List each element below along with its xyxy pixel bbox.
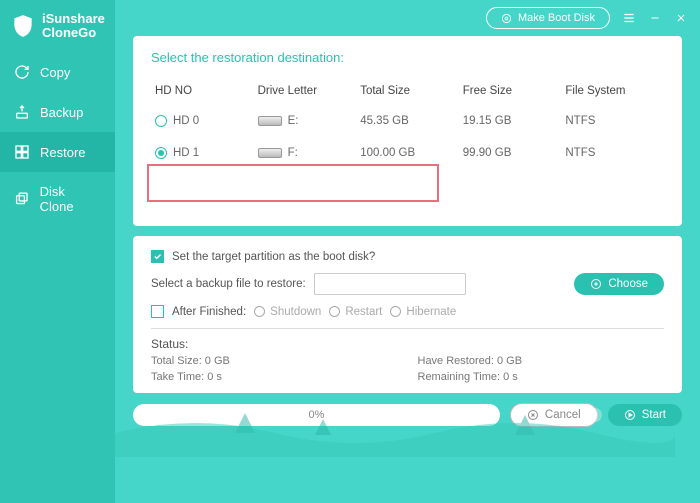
nav-disk-clone[interactable]: Disk Clone <box>0 172 115 226</box>
make-boot-disk-button[interactable]: Make Boot Disk <box>486 7 610 29</box>
boot-label: Make Boot Disk <box>518 12 595 24</box>
col-drive: Drive Letter <box>254 77 357 105</box>
cancel-button[interactable]: Cancel <box>510 403 598 427</box>
bottom-bar: 0% Cancel Start <box>133 403 682 427</box>
menu-button[interactable] <box>622 11 636 25</box>
minimize-button[interactable] <box>648 11 662 25</box>
shield-icon <box>10 13 36 39</box>
destination-table: HD NO Drive Letter Total Size Free Size … <box>151 77 664 169</box>
status-label: Status: <box>151 337 664 351</box>
close-button[interactable] <box>674 11 688 25</box>
status-remain: Remaining Time: 0 s <box>418 371 665 383</box>
col-total: Total Size <box>356 77 459 105</box>
table-row[interactable]: HD 0 E: 45.35 GB 19.15 GB NTFS <box>151 105 664 137</box>
radio-hd0[interactable] <box>155 115 167 127</box>
after-checkbox[interactable] <box>151 305 164 318</box>
options-panel: Set the target partition as the boot dis… <box>133 236 682 393</box>
sidebar: iSunshare CloneGo Copy Backup Restore Di… <box>0 0 115 503</box>
nav-restore[interactable]: Restore <box>0 132 115 172</box>
menu-icon <box>622 11 636 25</box>
destination-panel: Select the restoration destination: HD N… <box>133 36 682 226</box>
minimize-icon <box>649 12 661 24</box>
radio-hd1[interactable] <box>155 147 167 159</box>
status-total: Total Size: 0 GB <box>151 355 398 367</box>
status-block: Status: Total Size: 0 GB Have Restored: … <box>151 337 664 383</box>
progress-bar: 0% <box>133 404 500 426</box>
nav-copy[interactable]: Copy <box>0 52 115 92</box>
start-button[interactable]: Start <box>608 404 682 426</box>
col-fs: File System <box>561 77 664 105</box>
nav-label: Disk Clone <box>40 184 101 214</box>
nav-label: Backup <box>40 105 83 120</box>
cancel-icon <box>527 409 539 421</box>
table-row[interactable]: HD 1 F: 100.00 GB 99.90 GB NTFS <box>151 137 664 169</box>
radio-hibernate[interactable] <box>390 306 401 317</box>
disk-icon <box>258 148 282 158</box>
close-icon <box>675 12 687 24</box>
boot-checkbox-label: Set the target partition as the boot dis… <box>172 251 375 263</box>
main-area: Make Boot Disk Select the restoration de… <box>115 0 700 503</box>
status-restored: Have Restored: 0 GB <box>418 355 665 367</box>
radio-restart[interactable] <box>329 306 340 317</box>
titlebar: Make Boot Disk <box>115 0 700 36</box>
status-take: Take Time: 0 s <box>151 371 398 383</box>
choose-button[interactable]: Choose <box>574 273 664 295</box>
radio-shutdown[interactable] <box>254 306 265 317</box>
nav-label: Restore <box>40 145 86 160</box>
panel-title: Select the restoration destination: <box>151 50 664 65</box>
refresh-icon <box>14 64 30 80</box>
nav-backup[interactable]: Backup <box>0 92 115 132</box>
app-name: iSunshare CloneGo <box>42 12 105 40</box>
backup-file-input[interactable] <box>314 273 466 295</box>
highlight-annotation <box>147 164 439 202</box>
backup-label: Select a backup file to restore: <box>151 278 306 290</box>
nav-label: Copy <box>40 65 70 80</box>
app-logo: iSunshare CloneGo <box>0 0 115 52</box>
col-free: Free Size <box>459 77 562 105</box>
restore-icon <box>14 144 30 160</box>
boot-checkbox[interactable] <box>151 250 164 263</box>
play-icon <box>624 409 636 421</box>
disc-icon <box>501 13 512 24</box>
content: Select the restoration destination: HD N… <box>115 36 700 503</box>
disk-icon <box>258 116 282 126</box>
after-label: After Finished: <box>172 306 246 318</box>
divider <box>151 328 664 329</box>
upload-icon <box>14 104 30 120</box>
clone-icon <box>14 191 30 207</box>
check-icon <box>153 252 162 261</box>
plus-circle-icon <box>590 278 602 290</box>
col-hdno: HD NO <box>151 77 254 105</box>
